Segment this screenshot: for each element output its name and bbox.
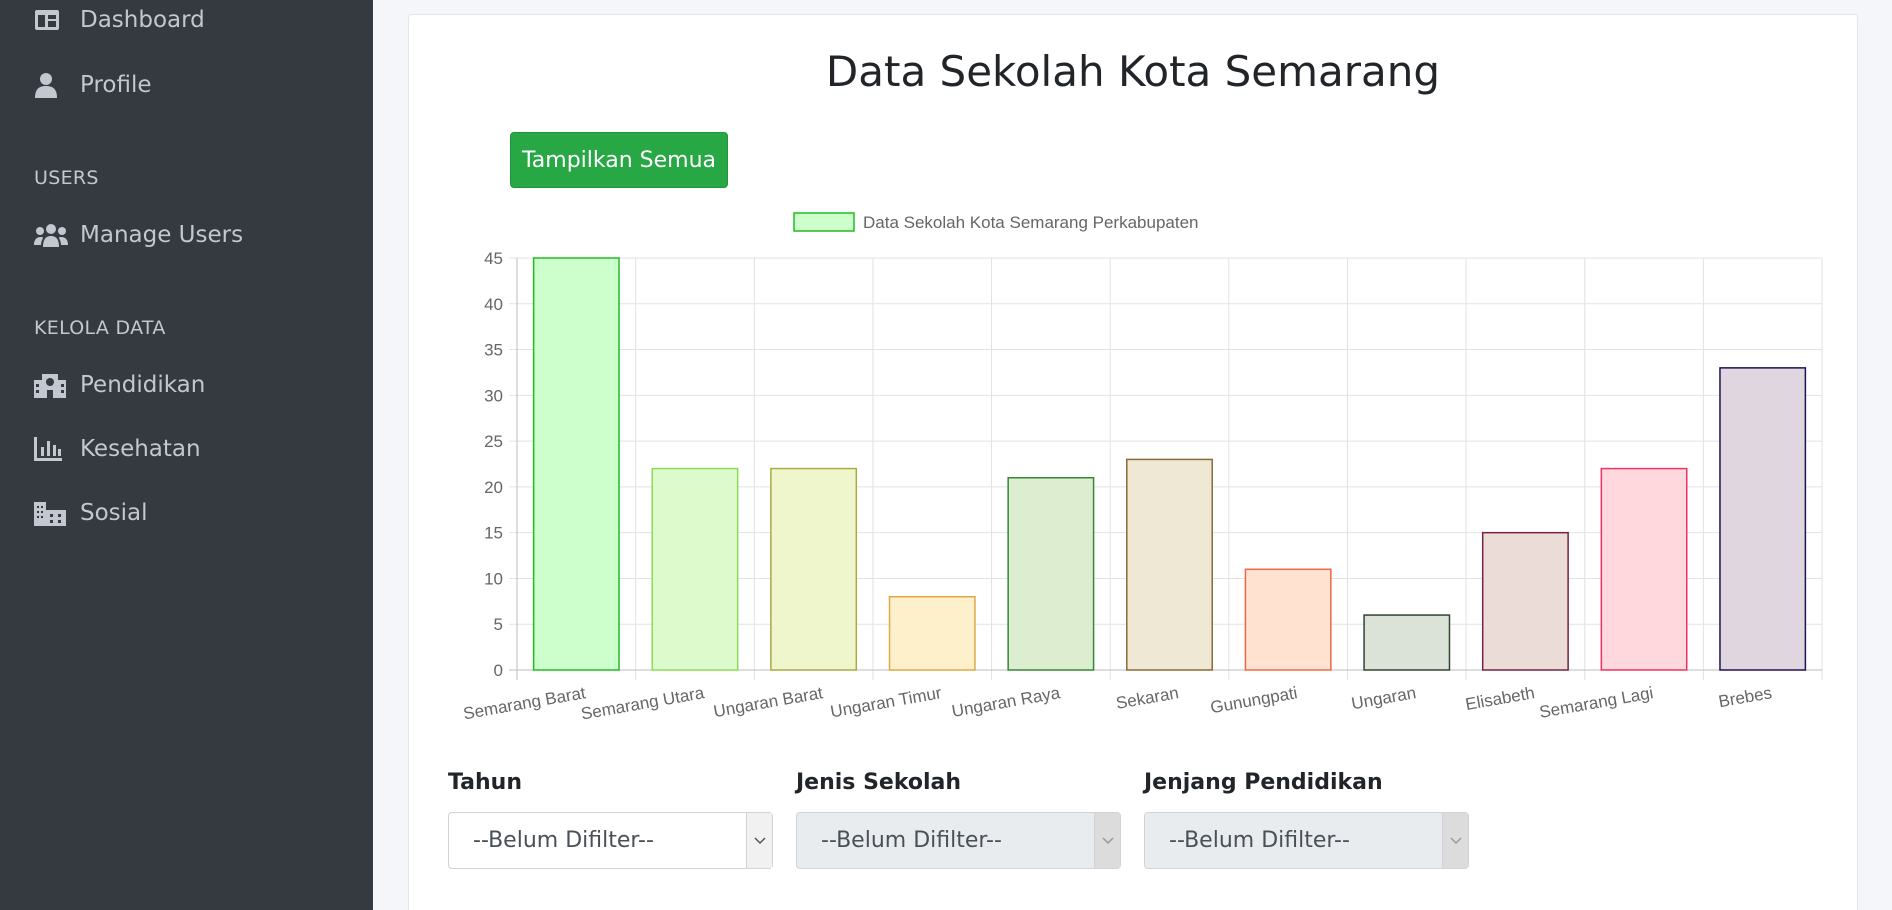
sidebar-item-label: Profile — [80, 72, 152, 98]
select-value: --Belum Difilter-- — [821, 828, 1002, 853]
select-value: --Belum Difilter-- — [1169, 828, 1350, 853]
user-icon — [34, 71, 68, 99]
sidebar-item-label: Kesehatan — [80, 436, 201, 462]
chevron-down-icon — [1442, 813, 1468, 868]
dashboard-icon — [34, 6, 68, 34]
filter-label: Jenjang Pendidikan — [1144, 770, 1383, 795]
section-header-kelola-data: KELOLA DATA — [34, 317, 166, 339]
building-icon — [34, 499, 68, 527]
chart-bar-icon — [34, 435, 68, 463]
chevron-down-icon — [746, 813, 772, 868]
chevron-down-icon — [1094, 813, 1120, 868]
sidebar-item-kesehatan[interactable]: Kesehatan — [34, 435, 201, 463]
select-value: --Belum Difilter-- — [473, 828, 654, 853]
filter-jenjang-pendidikan: Jenjang Pendidikan --Belum Difilter-- — [1144, 770, 1469, 869]
users-icon — [34, 221, 68, 249]
sidebar-item-pendidikan[interactable]: Pendidikan — [34, 371, 205, 399]
sidebar-item-label: Pendidikan — [80, 372, 206, 398]
sidebar-item-label: Sosial — [80, 500, 148, 526]
sidebar-item-dashboard[interactable]: Dashboard — [34, 6, 205, 34]
page-title: Data Sekolah Kota Semarang — [825, 47, 1441, 96]
jenjang-pendidikan-select[interactable]: --Belum Difilter-- — [1144, 812, 1469, 869]
sidebar-item-sosial[interactable]: Sosial — [34, 499, 148, 527]
sidebar: Dashboard Profile USERS Manage Users KEL… — [0, 0, 373, 910]
jenis-sekolah-select[interactable]: --Belum Difilter-- — [796, 812, 1121, 869]
filter-label: Tahun — [448, 770, 523, 795]
filter-label: Jenis Sekolah — [796, 770, 962, 795]
section-header-users: USERS — [34, 167, 99, 189]
sidebar-item-manage-users[interactable]: Manage Users — [34, 221, 243, 249]
sidebar-item-label: Manage Users — [80, 222, 244, 248]
sidebar-item-label: Dashboard — [80, 7, 205, 33]
filter-tahun: Tahun --Belum Difilter-- — [448, 770, 773, 869]
filter-jenis-sekolah: Jenis Sekolah --Belum Difilter-- — [796, 770, 1121, 869]
school-icon — [34, 371, 68, 399]
tahun-select[interactable]: --Belum Difilter-- — [448, 812, 773, 869]
show-all-button[interactable]: Tampilkan Semua — [510, 132, 728, 188]
sidebar-item-profile[interactable]: Profile — [34, 71, 152, 99]
